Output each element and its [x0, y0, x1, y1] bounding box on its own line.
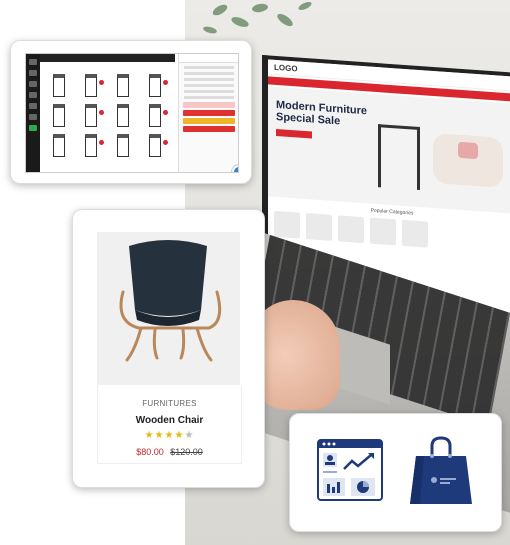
pos-help-icon[interactable] [232, 165, 238, 172]
pos-product[interactable] [140, 68, 168, 97]
cart-line [184, 84, 234, 87]
cart-action-button[interactable] [183, 102, 235, 108]
old-price: $120.00 [170, 447, 203, 457]
pos-tablet-card [10, 40, 252, 184]
category-item[interactable] [402, 219, 428, 248]
features-card [289, 413, 502, 532]
pos-product[interactable] [76, 68, 104, 97]
sidebar-item-active[interactable] [29, 125, 37, 131]
sidebar-item[interactable] [29, 92, 37, 98]
category-item[interactable] [338, 215, 364, 244]
pos-product[interactable] [140, 98, 168, 127]
sidebar-item[interactable] [29, 103, 37, 109]
cart-line [184, 78, 234, 81]
product-info: FURNITURES Wooden Chair ★★★★★ $80.00 $12… [97, 385, 242, 464]
hero-banner: Modern Furniture Special Sale [268, 86, 510, 214]
cart-header [179, 54, 238, 63]
pos-product[interactable] [140, 128, 168, 157]
pos-product[interactable] [108, 68, 136, 97]
pos-product[interactable] [44, 68, 72, 97]
hero-pillow-image [458, 141, 478, 160]
price-block: $80.00 $120.00 [98, 447, 241, 457]
product-image [97, 232, 240, 385]
price: $80.00 [136, 447, 164, 457]
star-icon: ★ [164, 430, 175, 441]
category-item[interactable] [370, 217, 396, 246]
cart-action-button[interactable] [183, 118, 235, 124]
sidebar-item[interactable] [29, 114, 37, 120]
pos-product[interactable] [76, 98, 104, 127]
hero-sofa-image [433, 132, 503, 188]
cart-line [184, 90, 234, 93]
cart-line [184, 72, 234, 75]
shopping-bag-icon [410, 436, 472, 504]
product-category: FURNITURES [142, 399, 197, 408]
analytics-dashboard-icon [317, 439, 383, 501]
shop-now-button[interactable] [276, 128, 312, 139]
sidebar-item[interactable] [29, 59, 37, 65]
pos-screen [25, 53, 239, 173]
pos-topbar [40, 54, 175, 62]
pos-cart-panel [178, 54, 238, 172]
pos-sidebar [26, 54, 40, 172]
pos-product[interactable] [44, 98, 72, 127]
cart-line [184, 96, 234, 99]
wooden-chair-image [119, 240, 222, 362]
product-name[interactable]: Wooden Chair [98, 415, 241, 426]
star-icon: ★ [184, 430, 195, 441]
star-icon: ★ [154, 430, 165, 441]
cart-line [184, 66, 234, 69]
cart-pay-button[interactable] [183, 126, 235, 132]
pos-product[interactable] [108, 98, 136, 127]
star-icon: ★ [174, 430, 185, 441]
hero-title: Modern Furniture Special Sale [276, 98, 368, 128]
pos-product[interactable] [108, 128, 136, 157]
category-item[interactable] [306, 213, 332, 241]
pos-product-grid [44, 68, 174, 157]
hero-chair-image [378, 124, 420, 191]
rating-stars: ★★★★★ [98, 430, 241, 441]
sidebar-item[interactable] [29, 70, 37, 76]
category-item[interactable] [274, 210, 300, 239]
site-logo: LOGO [274, 62, 298, 73]
pos-product[interactable] [76, 128, 104, 157]
star-icon: ★ [144, 430, 155, 441]
sidebar-item[interactable] [29, 81, 37, 87]
cart-action-button[interactable] [183, 110, 235, 116]
product-card[interactable]: FURNITURES Wooden Chair ★★★★★ $80.00 $12… [72, 209, 265, 488]
pos-product[interactable] [44, 128, 72, 157]
